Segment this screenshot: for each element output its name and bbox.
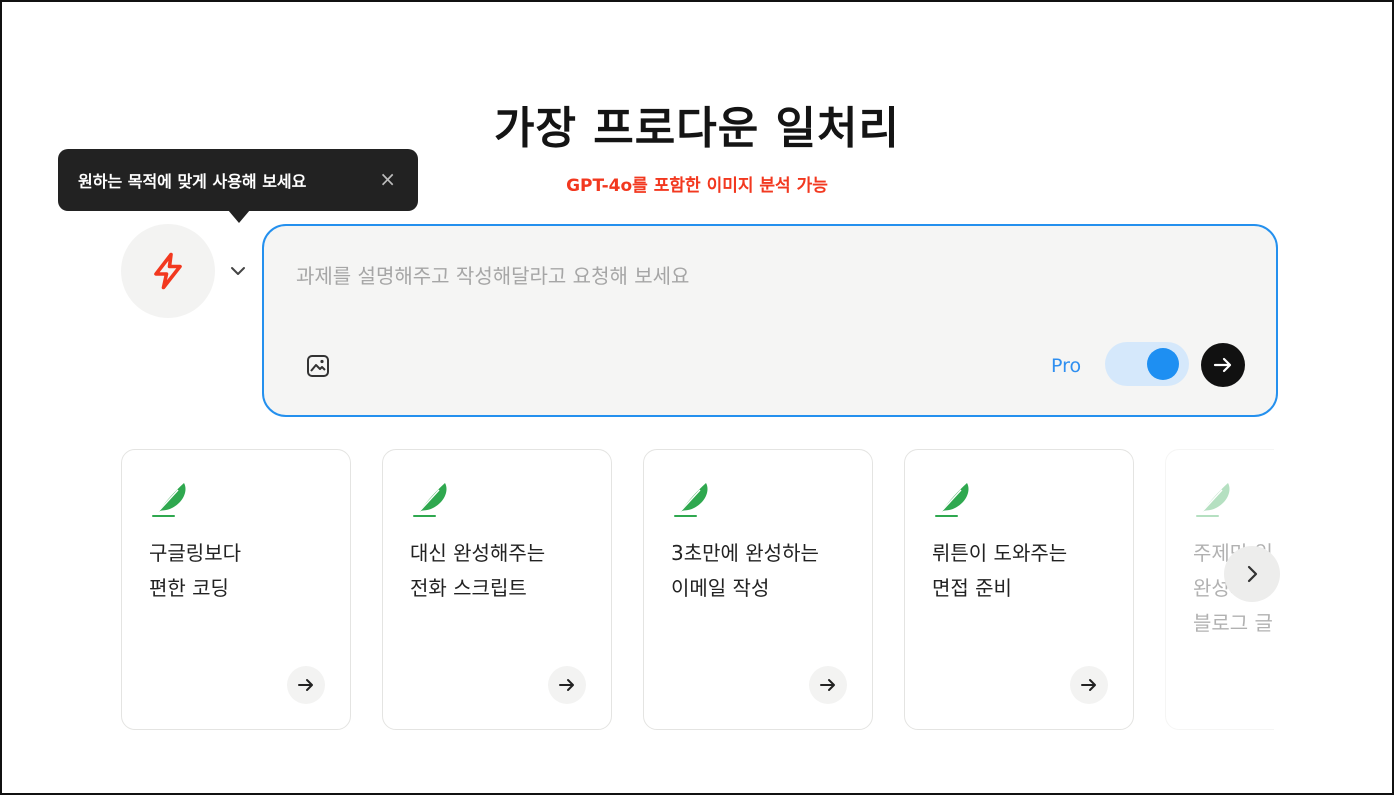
suggestion-carousel: 구글링보다 편한 코딩 대신 완성해주는 전화 스크립트 3초만에 완성하는 이 [121,449,1274,732]
feather-icon [152,483,186,517]
guide-tooltip: 원하는 목적에 맞게 사용해 보세요 × [58,149,418,223]
close-icon[interactable]: × [379,167,396,191]
card-line: 이메일 작성 [671,576,770,600]
card-line: 편한 코딩 [149,576,229,600]
arrow-right-icon [1213,357,1232,373]
suggestion-card[interactable]: 뤼튼이 도와주는 면접 준비 [904,449,1134,730]
card-text: 구글링보다 편한 코딩 [149,536,339,606]
card-line: 구글링보다 [149,541,241,565]
arrow-right-icon [298,679,313,691]
card-line: 뤼튼이 도와주는 [932,541,1068,565]
card-arrow-button[interactable] [1070,666,1108,704]
image-upload-button[interactable] [304,352,332,380]
suggestion-card[interactable]: 3초만에 완성하는 이메일 작성 [643,449,873,730]
suggestion-card[interactable]: 구글링보다 편한 코딩 [121,449,351,730]
mode-select-button[interactable] [121,224,215,318]
feather-icon [674,483,708,517]
prompt-input[interactable]: 과제를 설명해주고 작성해달라고 요청해 보세요 [296,260,689,289]
card-text: 대신 완성해주는 전화 스크립트 [410,536,600,606]
send-button[interactable] [1201,343,1245,387]
arrow-right-icon [820,679,835,691]
card-arrow-button[interactable] [548,666,586,704]
pro-toggle[interactable] [1105,342,1189,386]
card-text: 뤼튼이 도와주는 면접 준비 [932,536,1122,606]
page-title: 가장 프로다운 일처리 [494,103,900,154]
pro-label: Pro [1051,355,1082,377]
chevron-right-icon [1247,565,1258,583]
toggle-knob [1147,348,1179,380]
prompt-composer[interactable]: 과제를 설명해주고 작성해달라고 요청해 보세요 Pro [262,224,1278,417]
card-line: 블로그 글 [1193,611,1273,635]
card-line: 대신 완성해주는 [410,541,546,565]
carousel-next-button[interactable] [1224,546,1280,602]
feather-icon [413,483,447,517]
card-line: 전화 스크립트 [410,576,527,600]
feather-icon [935,483,969,517]
suggestion-card[interactable]: 대신 완성해주는 전화 스크립트 [382,449,612,730]
lightning-icon [154,252,182,290]
card-arrow-button[interactable] [809,666,847,704]
arrow-right-icon [559,679,574,691]
tooltip-text: 원하는 목적에 맞게 사용해 보세요 [78,172,307,191]
card-text: 3초만에 완성하는 이메일 작성 [671,536,861,606]
card-line: 3초만에 완성하는 [671,541,819,565]
card-line: 면접 준비 [932,576,1012,600]
tooltip-tail [228,210,250,223]
feather-icon [1196,483,1230,517]
arrow-right-icon [1081,679,1096,691]
image-icon [307,355,329,377]
card-arrow-button[interactable] [287,666,325,704]
chevron-down-icon[interactable] [226,259,250,283]
